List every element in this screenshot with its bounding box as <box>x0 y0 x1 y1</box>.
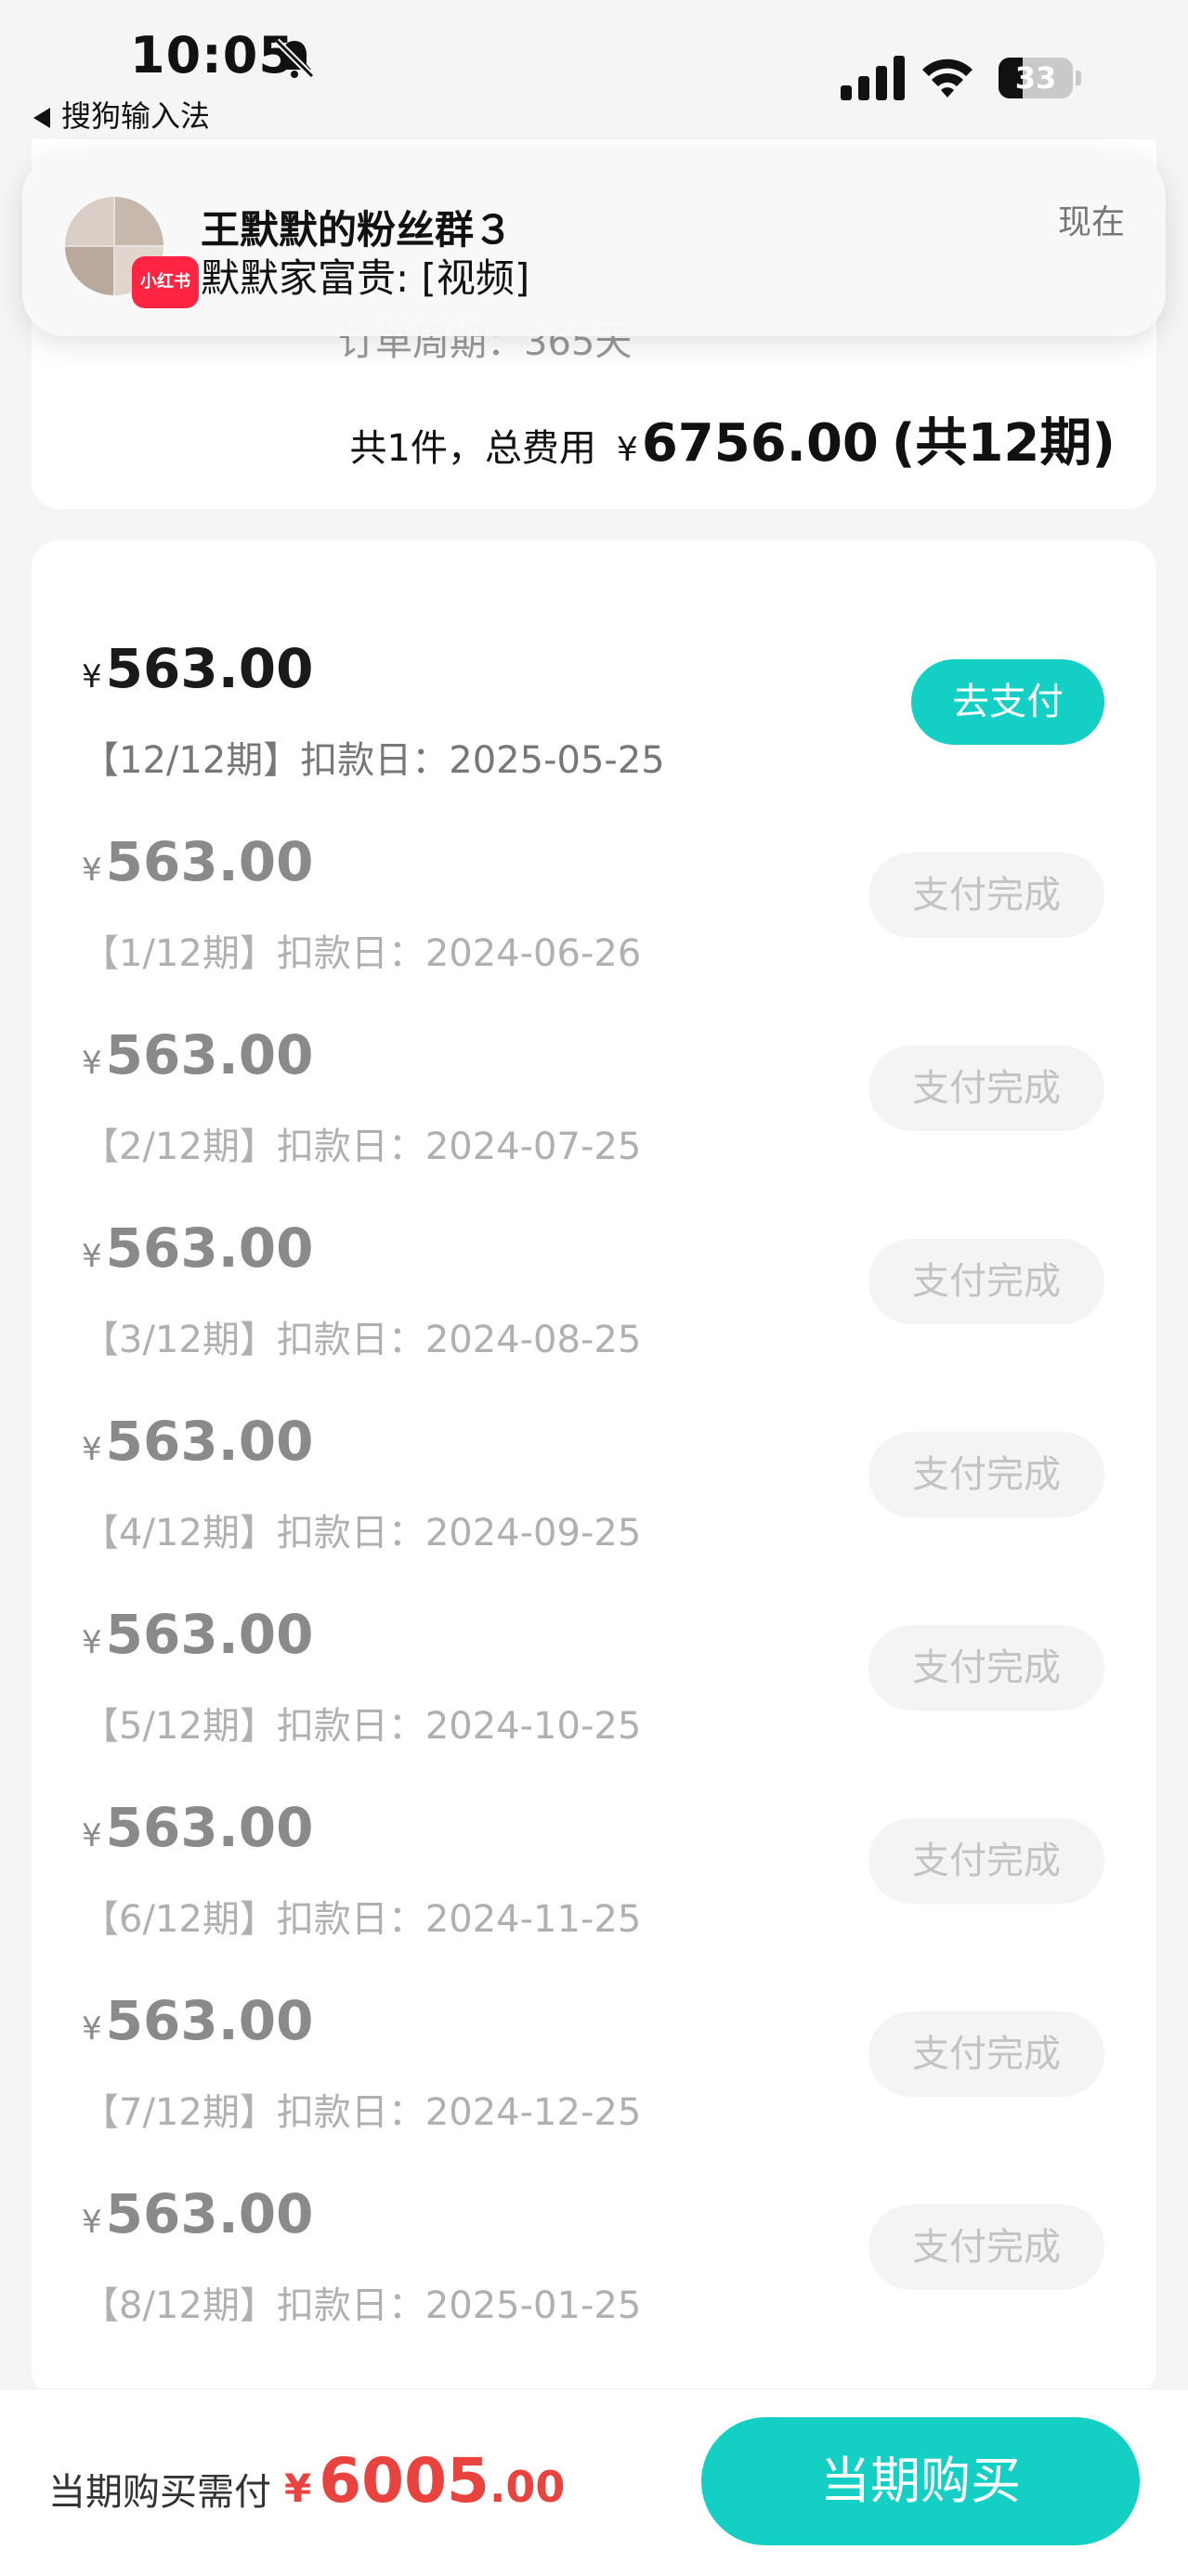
installment-due-date: 【8/12期】扣款日：2025-01-25 <box>82 2284 642 2327</box>
amount-due-decimal: .00 <box>489 2462 566 2512</box>
back-arrow-icon <box>33 108 50 128</box>
battery-icon: 33 <box>999 58 1082 98</box>
installment-due-date: 【5/12期】扣款日：2024-10-25 <box>82 1705 642 1748</box>
notification-time: 现在 <box>1057 203 1125 241</box>
installment-amount: 563.00 <box>105 1410 314 1473</box>
order-total: 共1件，总费用 ¥ 6756.00 (共12期) <box>349 401 1116 476</box>
installment-currency: ¥ <box>82 658 102 696</box>
installment-amount: 563.00 <box>105 2182 314 2245</box>
amount-due-label: 当期购买需付 <box>48 2471 271 2514</box>
notification-body: 默默家富贵: [视频] <box>201 255 530 301</box>
xiaohongshu-app-icon: 小红书 <box>132 256 199 308</box>
total-periods: (共12期) <box>891 413 1116 474</box>
installment-currency: ¥ <box>82 1817 102 1854</box>
installment-row: ¥563.00 【12/12期】扣款日：2025-05-25 去支付 <box>32 637 1156 830</box>
currency-symbol: ¥ <box>616 431 638 469</box>
total-label: 共1件，总费用 <box>349 427 596 470</box>
installment-amount: 563.00 <box>105 1216 314 1280</box>
installment-price: ¥563.00 <box>82 1603 313 1666</box>
installment-due-date: 【2/12期】扣款日：2024-07-25 <box>82 1125 642 1168</box>
amount-due-integer: 6005 <box>319 2445 490 2517</box>
installment-amount: 563.00 <box>105 1023 314 1086</box>
amount-due-currency: ¥ <box>284 2465 312 2511</box>
installment-price: ¥563.00 <box>82 637 313 700</box>
battery-level: 33 <box>1014 60 1057 96</box>
installment-amount: 563.00 <box>105 830 314 893</box>
installment-amount: 563.00 <box>105 1989 314 2052</box>
payment-completed-button: 支付完成 <box>868 1818 1104 1904</box>
installment-currency: ¥ <box>82 1624 102 1661</box>
installment-row: ¥563.00 【2/12期】扣款日：2024-07-25 支付完成 <box>32 1023 1156 1216</box>
notification-banner[interactable]: 小红书 王默默的粉丝群３ 默默家富贵: [视频] 现在 <box>22 154 1166 336</box>
back-app-label: 搜狗输入法 <box>61 98 211 134</box>
installment-currency: ¥ <box>82 1045 102 1082</box>
total-amount: 6756.00 <box>641 413 879 474</box>
installment-due-date: 【7/12期】扣款日：2024-12-25 <box>82 2091 642 2134</box>
installment-row: ¥563.00 【5/12期】扣款日：2024-10-25 支付完成 <box>32 1603 1156 1796</box>
installment-price: ¥563.00 <box>82 830 313 893</box>
installment-currency: ¥ <box>82 1431 102 1468</box>
installment-price: ¥563.00 <box>82 1796 313 1859</box>
back-to-app-link[interactable]: 搜狗输入法 <box>33 93 210 136</box>
buy-current-period-button[interactable]: 当期购买 <box>701 2417 1140 2545</box>
bottom-bar: 当期购买需付 ¥ 6005 .00 当期购买 <box>0 2388 1188 2576</box>
installment-amount: 563.00 <box>105 1603 314 1666</box>
installment-row: ¥563.00 【3/12期】扣款日：2024-08-25 支付完成 <box>32 1216 1156 1410</box>
installment-currency: ¥ <box>82 1238 102 1275</box>
installment-due-date: 【12/12期】扣款日：2025-05-25 <box>82 739 665 782</box>
installment-price: ¥563.00 <box>82 1410 313 1473</box>
installment-due-date: 【1/12期】扣款日：2024-06-26 <box>82 932 642 975</box>
cellular-signal-icon <box>841 56 905 100</box>
installment-currency: ¥ <box>82 852 102 889</box>
clock: 10:05 <box>130 26 294 85</box>
payment-completed-button: 支付完成 <box>868 2205 1104 2290</box>
installment-row: ¥563.00 【7/12期】扣款日：2024-12-25 支付完成 <box>32 1989 1156 2182</box>
installment-row: ¥563.00 【8/12期】扣款日：2025-01-25 支付完成 <box>32 2182 1156 2375</box>
installment-due-date: 【4/12期】扣款日：2024-09-25 <box>82 1512 642 1555</box>
wifi-icon <box>922 59 973 98</box>
installment-row: ¥563.00 【6/12期】扣款日：2024-11-25 支付完成 <box>32 1796 1156 1989</box>
payment-completed-button: 支付完成 <box>868 1432 1104 1517</box>
installment-amount: 563.00 <box>105 637 314 700</box>
installment-currency: ¥ <box>82 2204 102 2241</box>
status-bar: 10:05 搜狗输入法 33 <box>0 0 1188 158</box>
payment-completed-button: 支付完成 <box>868 1046 1104 1131</box>
installment-due-date: 【6/12期】扣款日：2024-11-25 <box>82 1898 642 1941</box>
installment-price: ¥563.00 <box>82 1989 313 2052</box>
payment-completed-button: 支付完成 <box>868 1625 1104 1711</box>
installment-price: ¥563.00 <box>82 1023 313 1086</box>
installment-row: ¥563.00 【1/12期】扣款日：2024-06-26 支付完成 <box>32 830 1156 1023</box>
payment-completed-button: 支付完成 <box>868 852 1104 938</box>
installment-row: ¥563.00 【4/12期】扣款日：2024-09-25 支付完成 <box>32 1410 1156 1603</box>
installment-due-date: 【3/12期】扣款日：2024-08-25 <box>82 1319 642 1361</box>
installment-amount: 563.00 <box>105 1796 314 1859</box>
payment-completed-button: 支付完成 <box>868 2011 1104 2097</box>
installment-currency: ¥ <box>82 2010 102 2048</box>
bell-muted-icon <box>274 38 315 79</box>
payment-completed-button: 支付完成 <box>868 1239 1104 1324</box>
amount-due: ¥ 6005 .00 <box>284 2445 565 2517</box>
installments-card: ¥563.00 【12/12期】扣款日：2025-05-25 去支付 ¥563.00 【… <box>32 540 1156 2398</box>
installment-price: ¥563.00 <box>82 2182 313 2245</box>
installment-price: ¥563.00 <box>82 1216 313 1280</box>
pay-now-button[interactable]: 去支付 <box>911 659 1104 745</box>
